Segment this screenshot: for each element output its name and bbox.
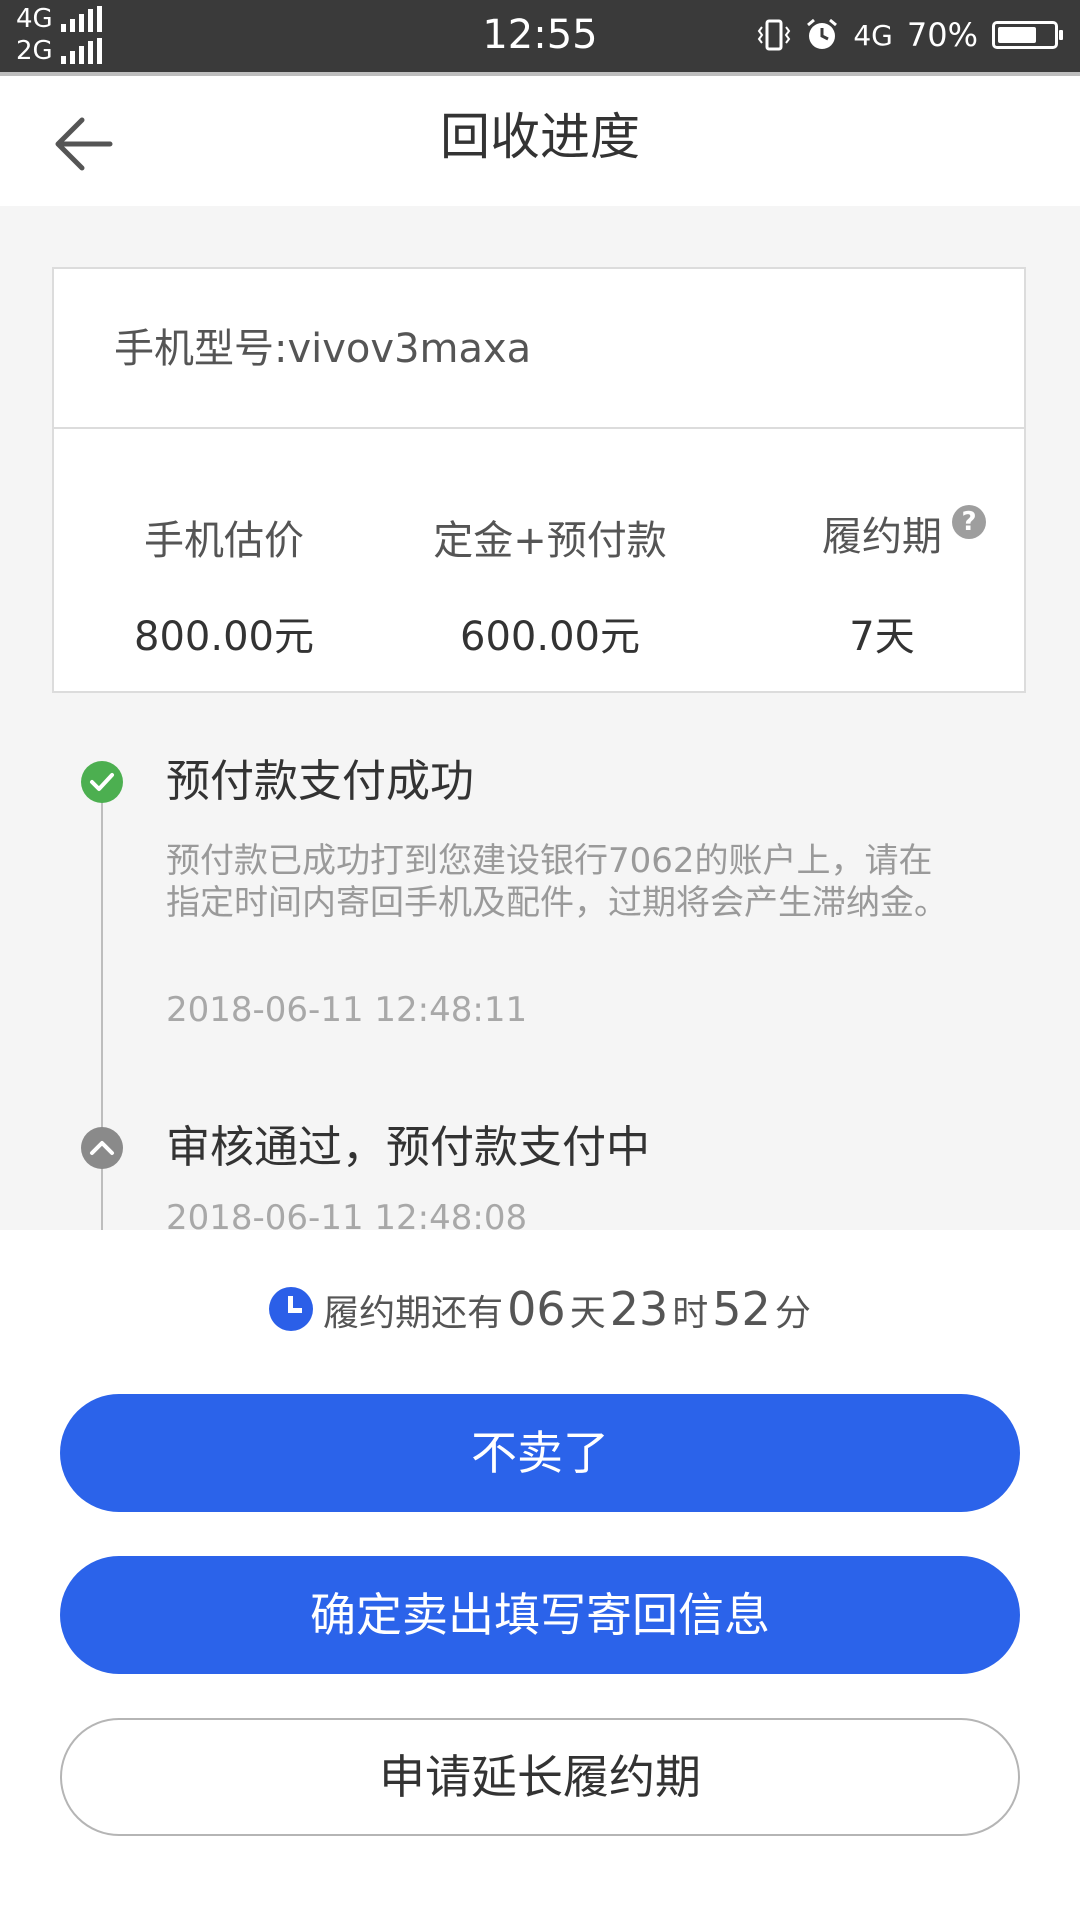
help-icon[interactable]: ? [952,505,986,539]
stat-value-valuation: 800.00元 [134,614,314,660]
status-bar: 4G 2G 12:55 4G 70% [0,0,1080,76]
page-title: 回收进度 [440,108,640,166]
stat-label-deposit: 定金+预付款 [433,518,667,564]
stat-label-period: 履约期 [822,514,942,560]
chevron-up-icon[interactable] [80,1126,124,1170]
stat-label-valuation: 手机估价 [144,518,304,564]
battery-fill [998,27,1036,43]
clock-icon [269,1287,314,1331]
countdown-minutes-unit: 分 [774,1293,811,1334]
countdown-prefix: 履约期还有 [323,1293,504,1334]
network-type: 4G [853,18,893,52]
confirm-sale-button[interactable]: 确定卖出填写寄回信息 [60,1556,1020,1674]
divider [54,427,1024,429]
order-info-card: 手机型号:vivov3maxa 手机估价 800.00元 定金+预付款 600.… [52,267,1026,693]
timeline-item-title: 预付款支付成功 [166,756,474,807]
alarm-icon [807,18,838,49]
extend-period-button[interactable]: 申请延长履约期 [60,1718,1020,1836]
vibrate-icon [758,19,791,51]
stat-value-deposit: 600.00元 [460,614,640,660]
bottom-action-panel: 履约期还有 06 天 23 时 52 分 不卖了 确定卖出填写寄回信息 申请延长… [0,1230,1080,1920]
stat-value-period: 7天 [849,614,915,660]
check-circle-icon [80,760,124,804]
timeline-item-time: 2018-06-11 12:48:11 [166,990,528,1030]
countdown: 履约期还有 06 天 23 时 52 分 [0,1282,1080,1336]
phone-model: 手机型号:vivov3maxa [114,326,532,372]
battery-percent: 70% [906,16,978,54]
countdown-hours-unit: 时 [672,1293,709,1334]
timeline-item-desc: 预付款已成功打到您建设银行7062的账户上，请在指定时间内寄回手机及配件，过期将… [166,841,948,923]
countdown-days: 06 [507,1282,566,1336]
countdown-minutes: 52 [712,1282,771,1336]
countdown-hours: 23 [609,1282,669,1336]
cancel-sale-button[interactable]: 不卖了 [60,1394,1020,1512]
status-right: 4G 70% [757,12,1063,58]
timeline-item-title: 审核通过，预付款支付中 [166,1122,650,1173]
title-bar: 回收进度 [0,76,1080,206]
countdown-days-unit: 天 [569,1293,606,1334]
battery-icon [992,21,1063,49]
